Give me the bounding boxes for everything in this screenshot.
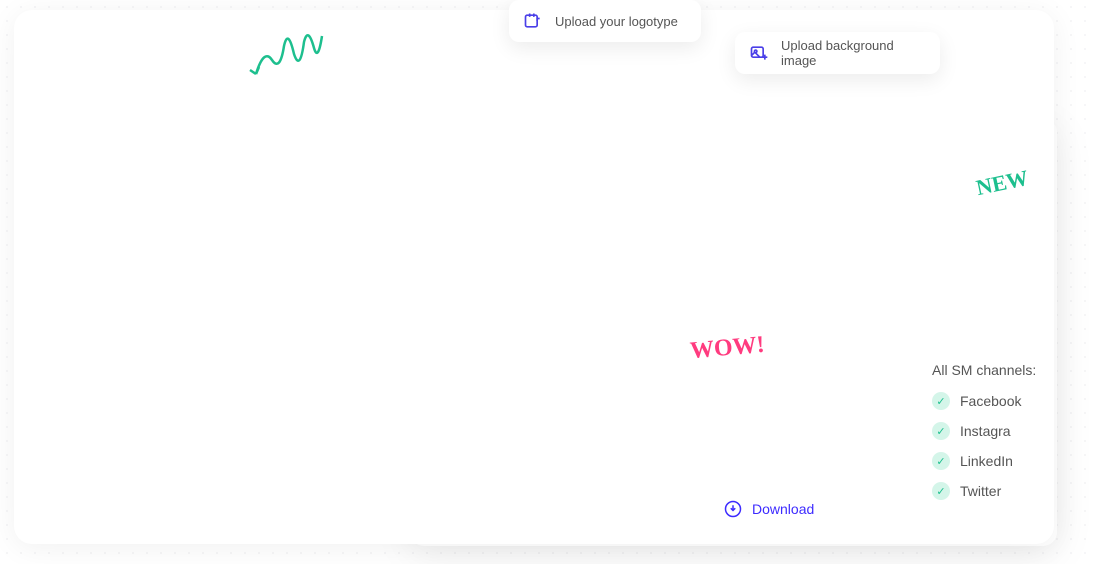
channels-list: All SM channels: ✓Facebook ✓Instagra ✓Li… xyxy=(932,362,1036,512)
channel-item-twitter: ✓Twitter xyxy=(932,482,1036,500)
channels-title: All SM channels: xyxy=(932,362,1036,378)
main-card xyxy=(14,10,1054,544)
upload-bg-label: Upload background image xyxy=(781,38,926,68)
download-button[interactable]: Download xyxy=(724,500,814,518)
check-icon: ✓ xyxy=(932,482,950,500)
channel-item-linkedin: ✓LinkedIn xyxy=(932,452,1036,470)
check-icon: ✓ xyxy=(932,392,950,410)
upload-logo-label: Upload your logotype xyxy=(555,14,678,29)
channel-item-facebook: ✓Facebook xyxy=(932,392,1036,410)
arrow-doodle xyxy=(242,18,332,88)
upload-icon xyxy=(523,11,543,31)
channel-item-instagram: ✓Instagra xyxy=(932,422,1036,440)
upload-logotype-button[interactable]: Upload your logotype xyxy=(509,0,701,42)
image-plus-icon xyxy=(749,43,769,63)
check-icon: ✓ xyxy=(932,452,950,470)
check-icon: ✓ xyxy=(932,422,950,440)
upload-background-button[interactable]: Upload background image xyxy=(735,32,940,74)
download-label: Download xyxy=(752,501,814,517)
